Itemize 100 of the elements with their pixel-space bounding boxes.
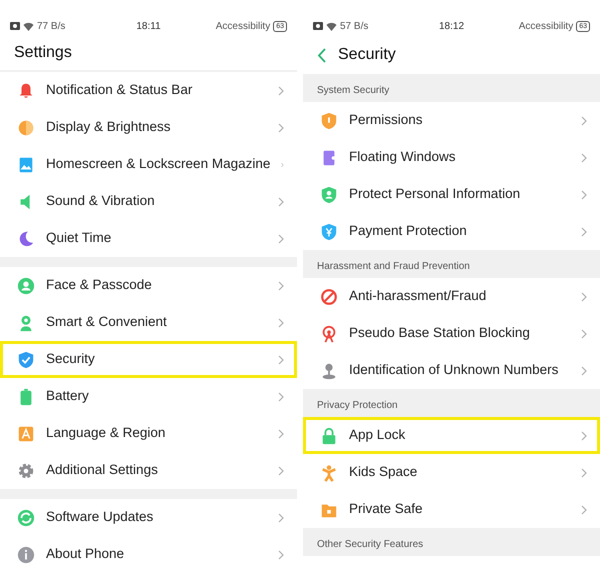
chevron-icon (278, 280, 284, 290)
person-icon (320, 362, 338, 380)
settings-item[interactable]: Payment Protection (303, 213, 600, 250)
shield-person-icon (320, 186, 338, 204)
info-icon (17, 546, 35, 564)
chevron-icon (278, 234, 284, 244)
refresh-icon (17, 508, 35, 526)
network-speed: 77 B/s (37, 20, 66, 34)
chevron-icon (581, 504, 587, 514)
settings-item[interactable]: Notification & Status Bar (0, 72, 297, 109)
lock-icon (320, 426, 338, 444)
chevron-icon (581, 116, 587, 126)
photo-icon (313, 22, 323, 30)
settings-item[interactable]: Additional Settings (0, 452, 297, 489)
item-label: Battery (46, 387, 90, 406)
back-icon[interactable] (317, 48, 326, 62)
item-label: Private Safe (349, 500, 424, 518)
settings-item[interactable]: Pseudo Base Station Blocking (303, 315, 600, 352)
section-header: Privacy Protection (317, 399, 398, 413)
item-label: Permissions (349, 111, 424, 130)
bell-icon (17, 82, 35, 100)
settings-item[interactable]: Smart & Convenient (0, 304, 297, 341)
item-label: Quiet Time (46, 229, 112, 248)
settings-item[interactable]: About Phone (0, 536, 297, 573)
shield-icon (320, 222, 338, 240)
section-header: Harassment and Fraud Prevention (317, 260, 470, 274)
settings-item[interactable]: Sound & Vibration (0, 183, 297, 220)
chevron-icon (278, 428, 284, 438)
settings-item[interactable]: Software Updates (0, 499, 297, 536)
item-label: Payment Protection (349, 222, 468, 240)
settings-item[interactable]: Battery (0, 378, 297, 415)
settings-item[interactable]: Homescreen & Lockscreen Magazine (0, 146, 297, 183)
item-label: Face & Passcode (46, 276, 153, 294)
item-label: Additional Settings (46, 461, 159, 480)
signal-tower-icon (320, 324, 338, 342)
settings-item[interactable]: Face & Passcode (0, 267, 297, 304)
item-label: Software Updates (46, 508, 154, 526)
settings-item[interactable]: Floating Windows (303, 139, 600, 176)
chevron-icon (278, 466, 284, 476)
network-speed: 57 B/s (340, 20, 368, 34)
item-label: Homescreen & Lockscreen Magazine (46, 155, 270, 174)
accessibility-label: Accessibility (518, 20, 574, 34)
item-label: Floating Windows (349, 148, 457, 166)
item-label: Security (46, 350, 96, 368)
settings-item[interactable]: Language & Region (0, 415, 297, 452)
settings-item[interactable]: Private Safe (303, 491, 600, 528)
settings-item[interactable]: Security (0, 341, 297, 378)
child-icon (320, 464, 338, 482)
chevron-icon (581, 430, 587, 440)
letter-a-icon (17, 424, 35, 442)
settings-item[interactable]: Anti-harassment/Fraud (303, 278, 600, 315)
item-label: Identification of Unknown Numbers (349, 361, 560, 380)
shield-icon (320, 112, 338, 130)
gear-icon (17, 462, 35, 480)
prohibited-icon (320, 288, 338, 306)
chevron-icon (581, 190, 587, 200)
item-label: App Lock (349, 426, 406, 444)
item-label: About Phone (46, 545, 126, 564)
chevron-icon (581, 468, 587, 478)
chevron-icon (278, 550, 284, 560)
person-icon (17, 276, 35, 294)
settings-item[interactable]: Display & Brightness (0, 109, 297, 146)
item-label: Language & Region (46, 424, 166, 442)
chevron-icon (581, 226, 587, 236)
settings-item[interactable]: Kids Space (303, 454, 600, 491)
settings-item[interactable]: Permissions (303, 102, 600, 139)
section-header: Other Security Features (317, 538, 424, 552)
settings-item[interactable]: Quiet Time (0, 220, 297, 257)
chevron-icon (278, 512, 284, 522)
item-label: Sound & Vibration (46, 192, 156, 210)
item-label: Protect Personal Information (349, 185, 522, 204)
status-time: 18:12 (438, 20, 466, 34)
item-label: Display & Brightness (46, 118, 172, 136)
item-label: Kids Space (349, 463, 418, 482)
status-time: 18:11 (135, 20, 162, 34)
chevron-icon (278, 392, 284, 402)
chevron-icon (581, 292, 587, 302)
settings-item[interactable]: App Lock (303, 417, 600, 454)
chevron-icon (278, 86, 284, 96)
half-circle-icon (17, 118, 35, 136)
chevron-icon (581, 152, 587, 162)
settings-item[interactable]: Protect Personal Information (303, 176, 600, 213)
item-label: Smart & Convenient (46, 313, 168, 332)
chevron-icon (278, 196, 284, 206)
chevron-icon (581, 366, 587, 376)
shield-check-icon (17, 350, 35, 368)
section-header: System Security (317, 84, 390, 98)
image-icon (17, 156, 35, 174)
chevron-icon (278, 354, 284, 364)
screen-title: Security (338, 45, 396, 65)
chevron-icon (278, 122, 284, 132)
wifi-icon (23, 22, 34, 30)
settings-item[interactable]: Identification of Unknown Numbers (303, 352, 600, 389)
photo-icon (10, 22, 20, 30)
item-label: Notification & Status Bar (46, 81, 194, 100)
item-label: Pseudo Base Station Blocking (349, 324, 531, 342)
accessibility-label: Accessibility (216, 20, 270, 34)
chevron-icon (278, 318, 284, 328)
chevron-icon (581, 328, 587, 338)
item-label: Anti-harassment/Fraud (349, 287, 488, 306)
